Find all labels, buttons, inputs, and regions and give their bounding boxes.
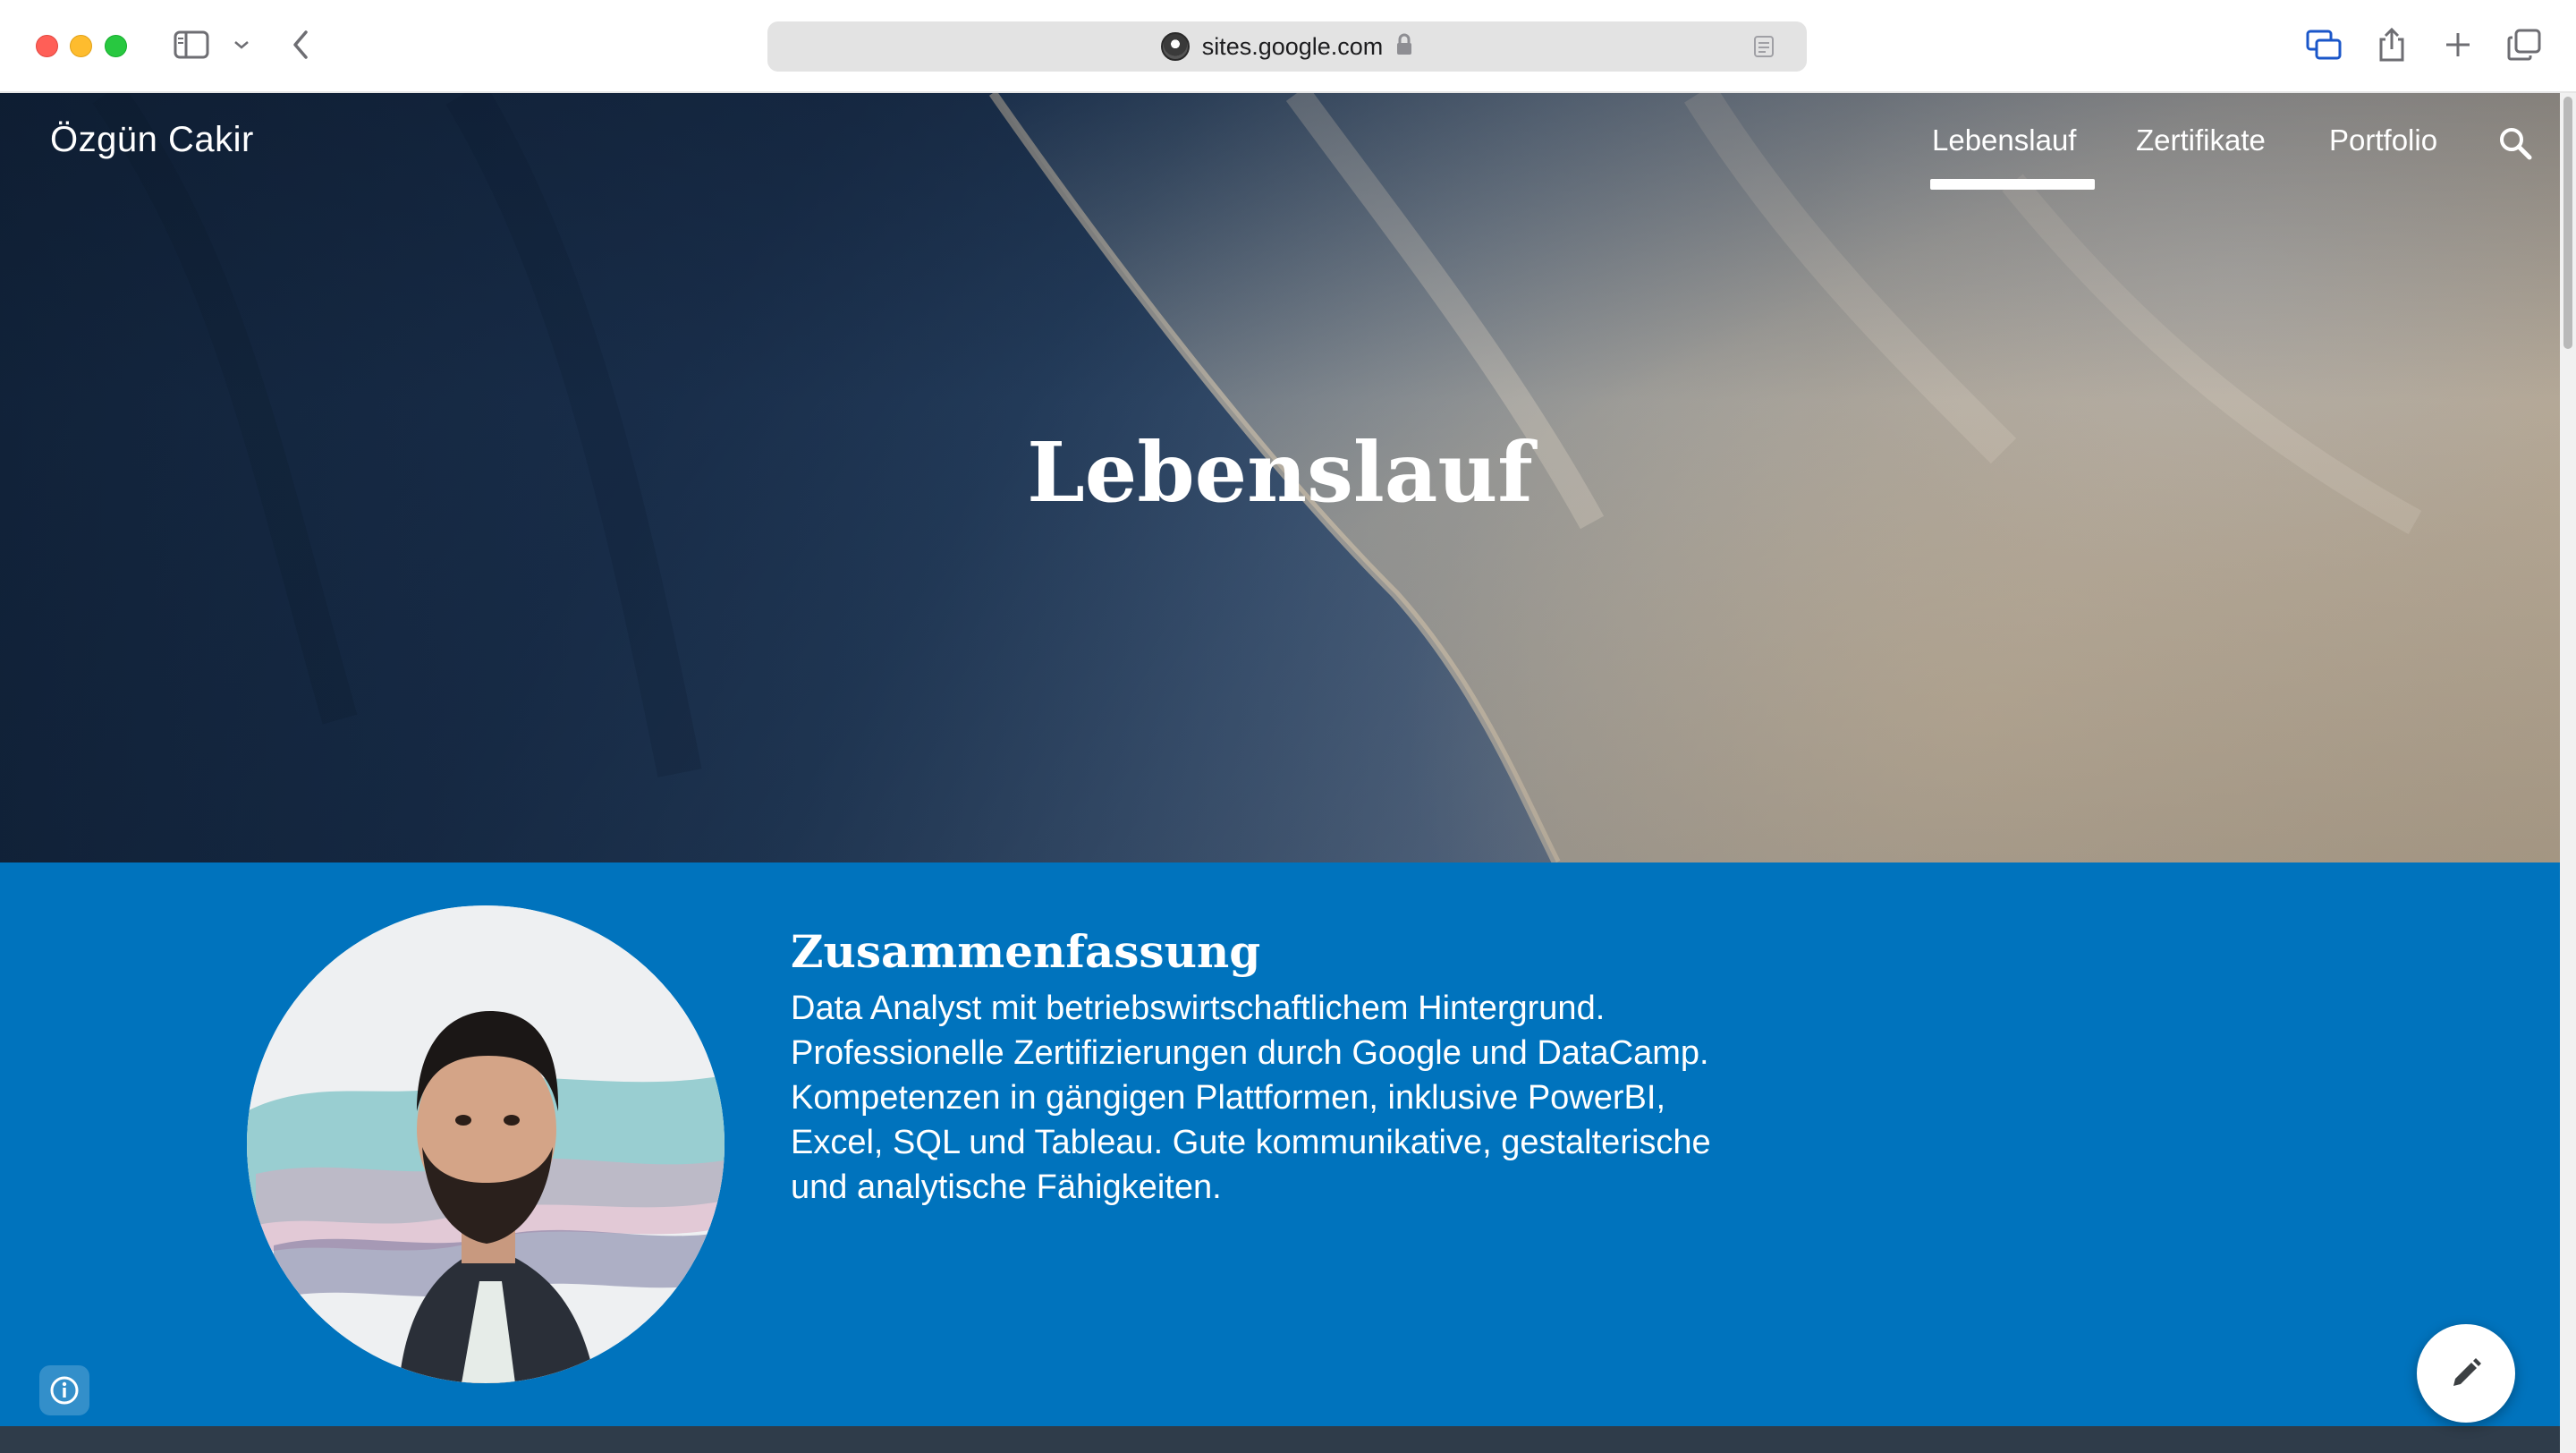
plus-icon[interactable]: [2438, 25, 2478, 64]
info-icon[interactable]: [39, 1365, 89, 1415]
nav-item-zertifikate[interactable]: Zertifikate: [2136, 123, 2266, 157]
profile-photo: [247, 905, 724, 1383]
chevron-down-icon[interactable]: [231, 32, 252, 57]
site-favicon-icon: [1160, 32, 1190, 61]
edit-pencil-icon[interactable]: [2417, 1324, 2515, 1423]
reader-icon[interactable]: [1751, 34, 1776, 59]
back-icon[interactable]: [288, 27, 313, 63]
address-bar[interactable]: sites.google.com: [767, 21, 1807, 72]
zoom-window-button[interactable]: [105, 35, 127, 57]
hero-banner: Özgün Cakir Lebenslauf Zertifikate Portf…: [0, 93, 2560, 862]
page-title: Lebenslauf: [1027, 424, 1533, 521]
nav-item-portfolio[interactable]: Portfolio: [2329, 123, 2437, 157]
url-text: sites.google.com: [1201, 32, 1384, 60]
lock-icon: [1395, 33, 1413, 61]
nav-item-lebenslauf[interactable]: Lebenslauf: [1932, 123, 2076, 157]
active-nav-indicator: [1930, 179, 2095, 190]
next-section-edge: [0, 1426, 2560, 1453]
summary-text: Data Analyst mit betriebswirtschaftliche…: [791, 990, 1711, 1206]
share-icon[interactable]: [2372, 25, 2411, 64]
browser-toolbar: sites.google.com: [0, 0, 2576, 93]
tab-overview-icon[interactable]: [2304, 25, 2343, 64]
page-scrollbar[interactable]: [2560, 93, 2576, 1453]
site-title[interactable]: Özgün Cakir: [50, 120, 254, 160]
summary-section: Zusammenfassung Data Analyst mit betrieb…: [0, 862, 2560, 1426]
scrollbar-thumb[interactable]: [2563, 97, 2572, 349]
minimize-window-button[interactable]: [70, 35, 92, 57]
close-window-button[interactable]: [36, 35, 58, 57]
search-icon[interactable]: [2497, 125, 2535, 163]
site-page: Özgün Cakir Lebenslauf Zertifikate Portf…: [0, 93, 2560, 1453]
summary-heading: Zusammenfassung: [791, 925, 1261, 978]
sidebar-icon[interactable]: [172, 29, 211, 61]
tabs-icon[interactable]: [2504, 25, 2544, 64]
